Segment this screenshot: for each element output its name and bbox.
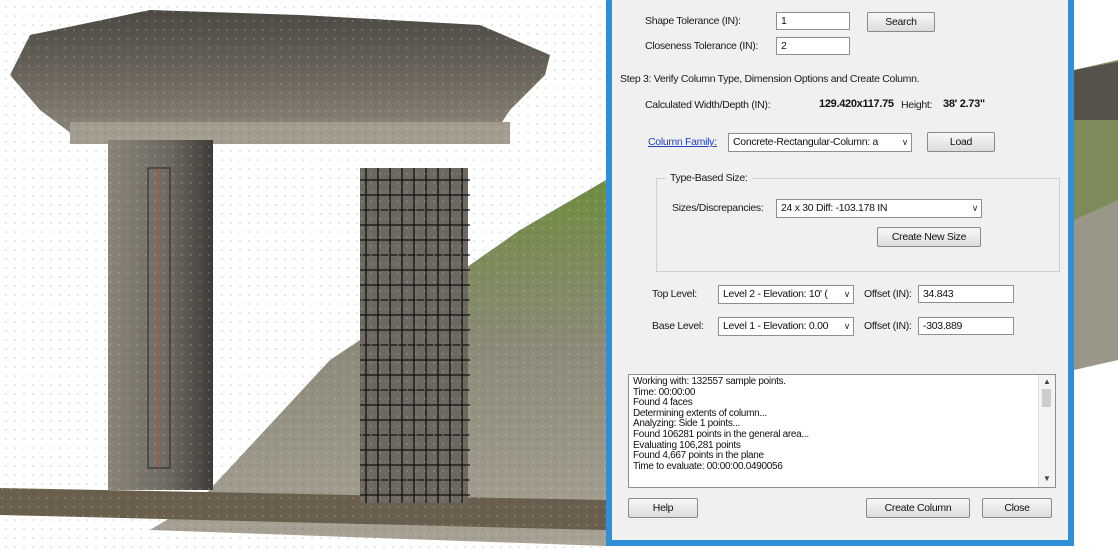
chevron-down-icon: ∨ <box>843 289 851 299</box>
scroll-up-icon[interactable]: ▲ <box>1043 377 1051 388</box>
shape-tolerance-label: Shape Tolerance (IN): <box>645 15 741 27</box>
calculated-width-depth-label: Calculated Width/Depth (IN): <box>645 99 771 111</box>
top-level-label: Top Level: <box>652 288 697 300</box>
terrain-slope <box>1074 200 1118 370</box>
base-level-select-value: Level 1 - Elevation: 0.00 <box>723 320 829 332</box>
shape-tolerance-input[interactable]: 1 <box>776 12 850 30</box>
close-button[interactable]: Close <box>982 498 1052 518</box>
search-button[interactable]: Search <box>867 12 935 32</box>
column-family-select[interactable]: Concrete-Rectangular-Column: a ∨ <box>728 133 912 152</box>
create-column-button[interactable]: Create Column <box>866 498 970 518</box>
height-label: Height: <box>901 99 933 111</box>
scrollbar-thumb[interactable] <box>1042 389 1051 407</box>
dialog-body: Shape Tolerance (IN): 1 Search Closeness… <box>612 0 1068 540</box>
chevron-down-icon: ∨ <box>901 137 909 147</box>
log-line: Time: 00:00:00 <box>633 386 696 398</box>
step3-heading: Step 3: Verify Column Type, Dimension Op… <box>620 73 920 85</box>
base-level-select[interactable]: Level 1 - Elevation: 0.00 ∨ <box>718 317 854 336</box>
closeness-tolerance-label: Closeness Tolerance (IN): <box>645 40 759 52</box>
log-line: Working with: 132557 sample points. <box>633 376 786 387</box>
chevron-down-icon: ∨ <box>843 321 851 331</box>
log-scrollbar[interactable]: ▲ ▼ <box>1038 375 1055 487</box>
calculated-width-depth-value: 129.420x117.75 <box>819 98 894 110</box>
log-line: Time to evaluate: 00:00:00.0490056 <box>633 460 783 472</box>
log-textarea[interactable]: Working with: 132557 sample points. Time… <box>628 374 1056 488</box>
create-column-dialog: Shape Tolerance (IN): 1 Search Closeness… <box>606 0 1074 546</box>
top-offset-input[interactable]: 34.843 <box>918 285 1014 303</box>
closeness-tolerance-input[interactable]: 2 <box>776 37 850 55</box>
top-level-select[interactable]: Level 2 - Elevation: 10' ( ∨ <box>718 285 854 304</box>
scroll-down-icon[interactable]: ▼ <box>1043 474 1051 485</box>
height-value: 38' 2.73" <box>943 98 985 110</box>
log-line: Found 106281 points in the general area.… <box>633 428 809 440</box>
base-offset-label: Offset (IN): <box>864 320 912 332</box>
sizes-discrepancies-label: Sizes/Discrepancies: <box>672 202 764 214</box>
chevron-down-icon: ∨ <box>971 203 979 213</box>
type-based-size-group <box>656 178 1060 272</box>
top-level-select-value: Level 2 - Elevation: 10' ( <box>723 288 828 300</box>
base-offset-input[interactable]: -303.889 <box>918 317 1014 335</box>
bridge-deck <box>1074 62 1118 120</box>
sizes-select[interactable]: 24 x 30 Diff: -103.178 IN ∨ <box>776 199 982 218</box>
column-family-link[interactable]: Column Family: <box>648 136 717 148</box>
top-offset-label: Offset (IN): <box>864 288 912 300</box>
help-button[interactable]: Help <box>628 498 698 518</box>
sizes-select-value: 24 x 30 Diff: -103.178 IN <box>781 202 888 214</box>
load-button[interactable]: Load <box>927 132 995 152</box>
column-family-select-value: Concrete-Rectangular-Column: a <box>733 136 879 148</box>
create-new-size-button[interactable]: Create New Size <box>877 227 981 247</box>
type-based-size-label: Type-Based Size: <box>666 172 752 184</box>
base-level-label: Base Level: <box>652 320 704 332</box>
